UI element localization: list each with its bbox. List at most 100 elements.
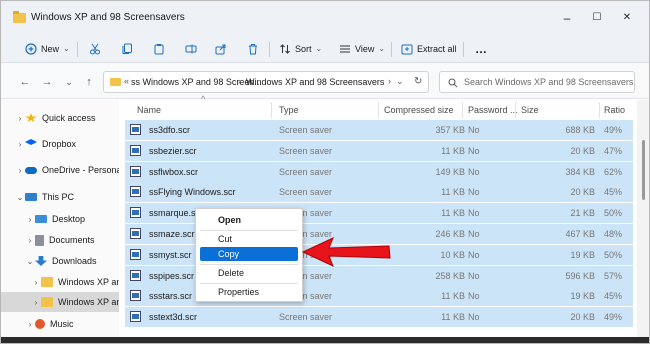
forward-button[interactable]: → [41,76,53,88]
overflow-chevron-icon[interactable]: « [124,76,129,86]
breadcrumb-segment[interactable]: ss Windows XP and 98 Screen... [131,77,262,87]
maximize-button[interactable]: ☐ [583,9,611,27]
screensaver-file-icon [130,165,141,177]
chevron-right-icon[interactable]: › [25,236,35,245]
password-protected: No [468,270,480,281]
extract-all-button[interactable]: Extract all [401,40,457,58]
menu-item-open[interactable]: Open [200,213,298,227]
search-box[interactable]: Search Windows XP and 98 Screensavers [439,71,635,93]
chevron-right-icon[interactable]: › [25,320,35,329]
sidebar-item-label: Windows XP and [58,277,119,287]
sidebar-item-label: Desktop [52,214,86,224]
address-dropdown-button[interactable]: ⌄ [396,76,404,87]
minimize-button[interactable]: – [553,9,581,27]
sidebar-item-onedrive[interactable]: › OneDrive - Personal [1,160,119,180]
column-header-password[interactable]: Password ... [468,100,520,120]
sidebar-item-label: Downloads [52,256,97,266]
back-button[interactable]: ← [19,76,31,88]
sidebar-item-this-pc[interactable]: ⌄ This PC [1,187,119,207]
folder-icon [41,297,53,307]
screensaver-file-icon [130,269,141,281]
sidebar-item-windows-xp-folder[interactable]: › Windows XP and [1,272,119,292]
chevron-right-icon[interactable]: › [31,278,41,287]
rename-button[interactable] [185,40,197,58]
chevron-down-icon[interactable]: ⌄ [25,257,35,266]
column-divider[interactable] [271,102,272,118]
sidebar-item-dropbox[interactable]: › Dropbox [1,134,119,154]
compressed-size: 11 KB [441,208,465,219]
close-button[interactable]: ✕ [613,9,641,27]
file-size: 384 KB [565,166,595,177]
sidebar-item-quick-access[interactable]: › Quick access [1,108,119,128]
chevron-right-icon[interactable]: › [25,215,35,224]
column-header-ratio[interactable]: Ratio [604,100,634,120]
sidebar-item-label: OneDrive - Personal [42,165,119,175]
sidebar-item-desktop[interactable]: › Desktop [1,209,119,229]
view-icon [340,45,350,53]
sidebar-item-music[interactable]: › Music [1,314,119,334]
delete-button[interactable] [247,40,259,58]
menu-item-properties[interactable]: Properties [200,285,298,299]
vertical-scrollbar[interactable] [637,100,649,343]
sidebar-item-documents[interactable]: › Documents [1,230,119,250]
new-button[interactable]: New ⌄ [25,40,70,58]
compression-ratio: 49% [604,125,623,135]
extract-icon [401,44,413,55]
up-button[interactable]: ↑ [83,76,95,88]
chevron-down-icon[interactable]: ⌄ [15,193,25,202]
file-type: Screen saver [279,145,333,156]
folder-icon [110,78,121,86]
table-row[interactable]: ssflwbox.scr Screen saver 149 KB No 384 KB 62… [125,161,633,182]
screensaver-file-icon [130,311,141,323]
compressed-size: 11 KB [441,291,465,302]
column-divider[interactable] [378,102,379,118]
scrollbar-thumb[interactable] [642,140,645,200]
column-divider[interactable] [462,102,463,118]
compressed-size: 11 KB [441,145,465,156]
table-row[interactable]: sstext3d.scr Screen saver 11 KB No 20 KB 49% [125,307,633,328]
view-label: View [355,44,375,54]
table-row[interactable]: ssbezier.scr Screen saver 11 KB No 20 KB 47% [125,140,633,161]
password-protected: No [468,187,480,198]
view-button[interactable]: View ⌄ [339,40,385,58]
column-divider[interactable] [515,102,516,118]
file-size: 20 KB [570,312,595,323]
column-header-compressed-size[interactable]: Compressed size [384,100,464,120]
refresh-button[interactable]: ↻ [414,76,422,87]
table-row[interactable]: ssFlying Windows.scr Screen saver 11 KB No 2… [125,182,633,203]
column-header-name[interactable]: Name [137,100,267,120]
paste-button[interactable] [153,40,165,58]
address-bar[interactable]: « ss Windows XP and 98 Screen... › Windo… [103,71,429,93]
sidebar-item-windows-xp-folder-selected[interactable]: › Windows XP and [1,292,119,312]
more-options-button[interactable]: … [475,40,487,58]
search-input[interactable]: Search Windows XP and 98 Screensavers [464,77,633,87]
chevron-right-icon[interactable]: › [15,114,25,123]
screensaver-file-icon [130,124,141,135]
breadcrumb-segment[interactable]: Windows XP and 98 Screensavers [246,77,384,87]
column-header-size[interactable]: Size [521,100,561,120]
password-protected: No [468,125,480,135]
sidebar-item-downloads[interactable]: ⌄ Downloads [1,251,119,271]
sort-button[interactable]: Sort ⌄ [279,40,322,58]
cut-button[interactable] [89,40,101,58]
chevron-right-icon[interactable]: › [15,166,25,175]
red-arrow-icon [301,237,391,267]
menu-item-copy[interactable]: Copy [200,247,298,261]
chevron-right-icon[interactable]: › [15,140,25,149]
menu-item-delete[interactable]: Delete [200,266,298,280]
extract-label: Extract all [417,44,457,54]
compressed-size: 258 KB [435,270,465,281]
file-size: 20 KB [570,145,595,156]
column-divider[interactable] [599,102,600,118]
table-row[interactable]: ss3dfo.scr Screen saver 357 KB No 688 KB 49% [125,120,633,140]
menu-item-cut[interactable]: Cut [200,232,298,246]
share-button[interactable] [215,40,227,58]
chevron-right-icon[interactable]: › [31,298,41,307]
scissors-icon [90,43,100,55]
column-header-type[interactable]: Type [279,100,379,120]
sort-icon [280,44,290,54]
file-size: 20 KB [570,187,595,198]
recent-locations-button[interactable]: ⌄ [63,76,75,88]
file-name: sstext3d.scr [149,312,198,323]
copy-button[interactable] [121,40,133,58]
